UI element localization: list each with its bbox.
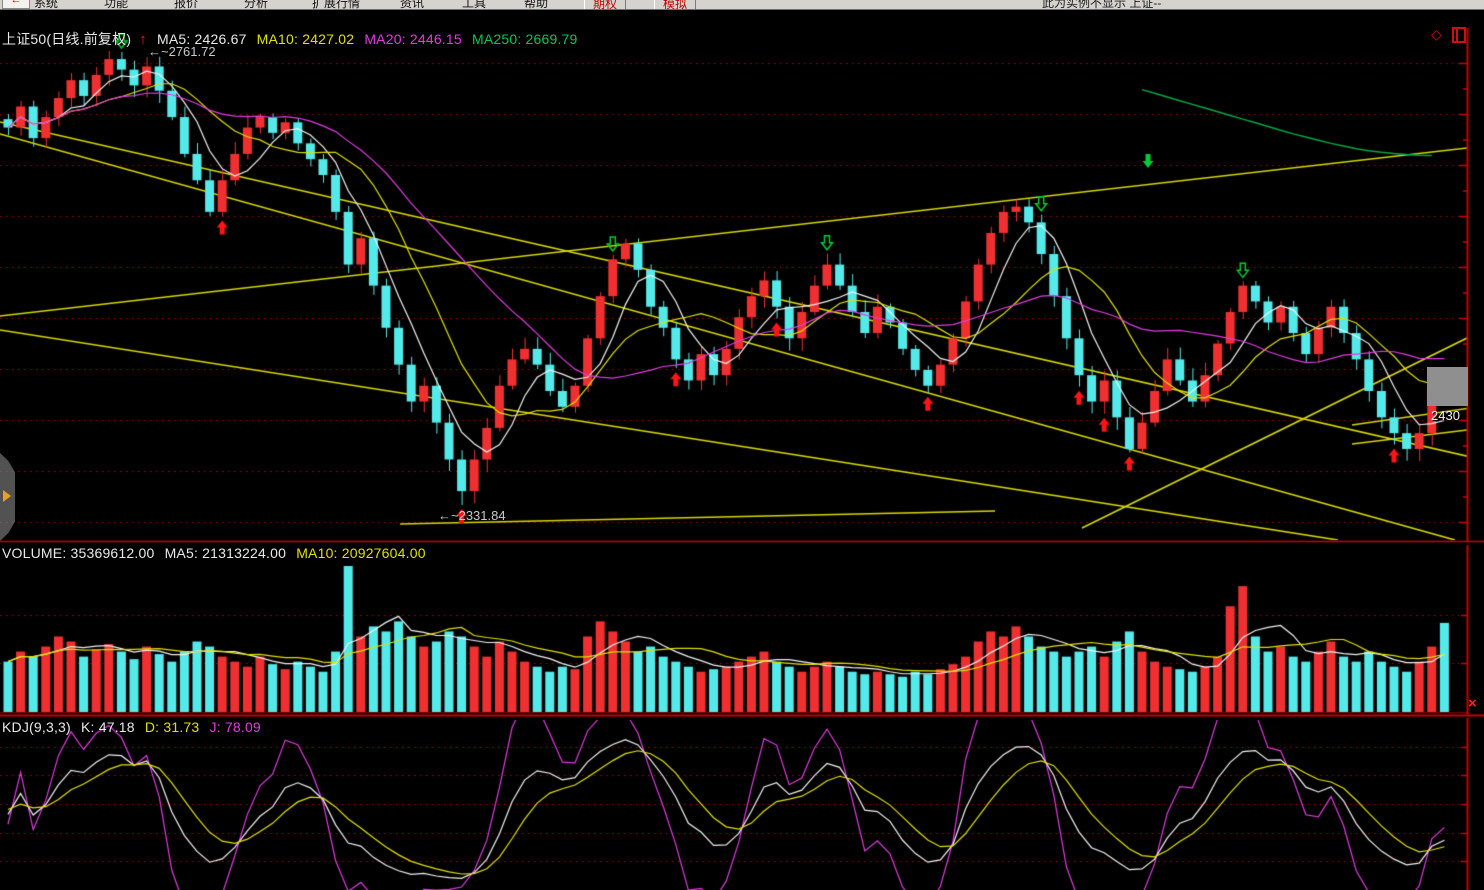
- expand-arrow-icon: [3, 490, 11, 502]
- window-layout-icon[interactable]: [1452, 27, 1466, 43]
- menu-item-system[interactable]: 系统: [34, 0, 58, 10]
- menu-item-quotes[interactable]: 报价: [174, 0, 198, 10]
- last-price-tag: 2430: [1431, 408, 1460, 423]
- menu-item-help[interactable]: 帮助: [524, 0, 548, 10]
- up-trend-icon: ↑: [139, 31, 147, 48]
- menu-item-analysis[interactable]: 分析: [244, 0, 268, 10]
- menu-item-function[interactable]: 功能: [104, 0, 128, 10]
- ma250-value: MA250: 2669.79: [472, 31, 578, 47]
- kdj-k-value: K: 47.18: [81, 719, 135, 735]
- kdj-d-value: D: 31.73: [145, 719, 200, 735]
- chart-title: 上证50(日线.前复权): [2, 31, 131, 47]
- high-price-label: ←~2761.72: [148, 44, 216, 59]
- menu-item-tools[interactable]: 工具: [462, 0, 486, 10]
- volume-ma10-value: MA10: 20927604.00: [296, 545, 426, 561]
- menu-item-extended[interactable]: 扩展行情: [312, 0, 360, 10]
- menu-caption: 此为实例不显示 上证--: [1042, 0, 1161, 10]
- main-chart-header: 上证50(日线.前复权)↑ MA5: 2426.67 MA10: 2427.02…: [2, 29, 584, 49]
- trading-app-window: ← 系统 功能 报价 分析 扩展行情 资讯 工具 帮助 期权 模拟 此为实例不显…: [0, 0, 1484, 890]
- low-price-label: ←~2331.84: [438, 508, 506, 523]
- kdj-name: KDJ(9,3,3): [2, 719, 71, 735]
- kdj-j-value: J: 78.09: [210, 719, 261, 735]
- ma10-value: MA10: 2427.02: [257, 31, 355, 47]
- ma20-value: MA20: 2446.15: [364, 31, 462, 47]
- app-icon[interactable]: ←: [2, 0, 30, 9]
- volume-value: VOLUME: 35369612.00: [2, 545, 154, 561]
- volume-header: VOLUME: 35369612.00 MA5: 21313224.00 MA1…: [2, 545, 432, 561]
- diamond-icon[interactable]: ◇: [1431, 27, 1442, 41]
- menu-button-options[interactable]: 期权: [584, 0, 626, 10]
- menu-button-simulation[interactable]: 模拟: [654, 0, 696, 10]
- menu-item-news[interactable]: 资讯: [400, 0, 424, 10]
- chart-canvas[interactable]: [0, 0, 1484, 890]
- volume-ma5-value: MA5: 21313224.00: [165, 545, 287, 561]
- close-pane-icon[interactable]: ×: [1468, 696, 1477, 711]
- kdj-header: KDJ(9,3,3) K: 47.18 D: 31.73 J: 78.09: [2, 719, 267, 735]
- menu-bar: ← 系统 功能 报价 分析 扩展行情 资讯 工具 帮助 期权 模拟 此为实例不显…: [0, 0, 1484, 10]
- gray-overlay-box[interactable]: [1427, 367, 1468, 406]
